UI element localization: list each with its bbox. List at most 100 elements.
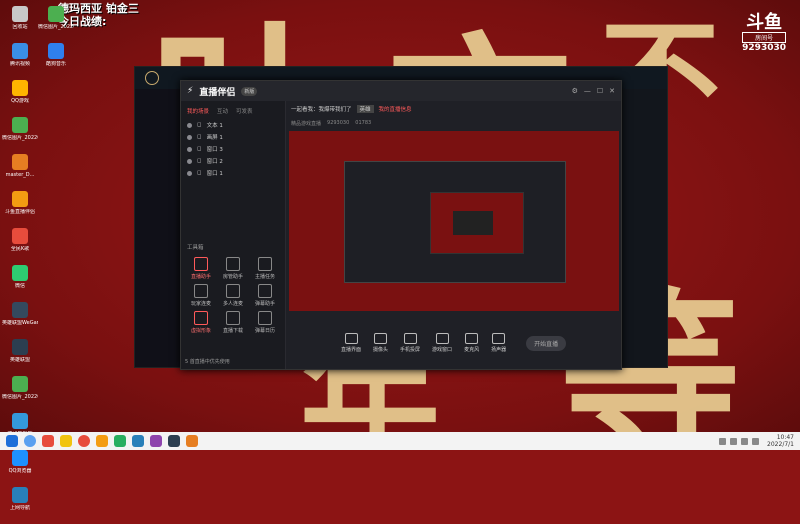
stream-info-link[interactable]: 我的直播信息 [379, 105, 412, 113]
start-stream-button[interactable]: 开始直播 [526, 335, 567, 351]
tray-icon[interactable] [741, 437, 749, 445]
desktop-icon[interactable]: QQ游戏 [2, 80, 38, 112]
preview-nested-window-deeper [430, 192, 524, 254]
taskbar-app-icon[interactable] [168, 435, 180, 447]
tool-icon [194, 257, 208, 271]
taskbar-app-icon[interactable] [24, 435, 36, 447]
tool-label: 房管助手 [222, 274, 243, 280]
stream-title[interactable]: 一起看我：我爆带我们了 [291, 105, 352, 113]
taskbar-app-icon[interactable] [186, 435, 198, 447]
desktop-icon[interactable]: 斗鱼直播伴侣 [2, 191, 38, 223]
source-button[interactable]: 扬声器 [491, 333, 506, 353]
scene-item[interactable]: ◻ 画屏 1 [181, 131, 285, 143]
taskbar-clock[interactable]: 10:47 2022/7/1 [767, 434, 794, 448]
minimize-icon[interactable]: — [584, 87, 591, 95]
tool-icon [194, 284, 208, 298]
source-label: 直播界面 [341, 347, 362, 353]
toolbox-grid: 直播助手 房管助手 主播任务玩家连麦 多人连麦 弹幕助手虚拟形象 直播下载 弹幕日历 [185, 257, 281, 334]
source-button[interactable]: 直播界面 [341, 333, 361, 353]
stream-preview[interactable] [289, 131, 619, 311]
desktop-icon-label: 酷狗音乐 [45, 61, 66, 67]
taskbar-app-icon[interactable] [96, 435, 108, 447]
tray-icon[interactable] [752, 437, 760, 445]
scene-item[interactable]: ◻ 窗口 1 [181, 167, 285, 179]
app-shortcut-icon [12, 191, 28, 207]
app-shortcut-icon [12, 80, 28, 96]
taskbar-app-icon[interactable] [78, 435, 90, 447]
source-button[interactable]: 手机投屏 [400, 333, 420, 353]
tool-label: 弹幕日历 [254, 328, 275, 334]
source-button[interactable]: 摄像头 [373, 333, 388, 353]
room-number: 9293030 [742, 43, 786, 53]
desktop-icon[interactable]: 英雄联盟WeGame版 [2, 302, 38, 334]
tool-label: 弹幕助手 [254, 301, 275, 307]
toolbox-tool[interactable]: 多人连麦 [217, 284, 249, 307]
desktop-icon[interactable]: 微信 [2, 265, 38, 297]
source-label: 扬声器 [491, 347, 507, 353]
scene-item[interactable]: ◻ 窗口 2 [181, 155, 285, 167]
maximize-icon[interactable]: ☐ [597, 87, 603, 95]
scene-item[interactable]: ◻ 文本 1 [181, 119, 285, 131]
lock-icon[interactable]: ◻ [197, 146, 202, 152]
version-badge[interactable]: 新版 [241, 86, 258, 96]
lock-icon[interactable]: ◻ [197, 134, 202, 140]
desktop-icon[interactable]: 英雄联盟 [2, 339, 38, 371]
source-button[interactable]: 游戏窗口 [432, 333, 452, 353]
toolbox-tool[interactable]: 直播助手 [185, 257, 217, 280]
taskbar-app-icon[interactable] [114, 435, 126, 447]
tool-icon [258, 284, 272, 298]
toolbox-tool[interactable]: 弹幕助手 [249, 284, 281, 307]
taskbar-app-icon[interactable] [150, 435, 162, 447]
toolbox-tool[interactable]: 直播下载 [217, 311, 249, 334]
desktop-icon[interactable]: 上网导航 [2, 487, 38, 519]
taskbar-app-icon[interactable] [132, 435, 144, 447]
desktop-icon[interactable]: 微信图片_20220410... [2, 117, 38, 149]
desktop-icon[interactable]: 微信图片_202206... [38, 6, 74, 38]
lock-icon[interactable]: ◻ [197, 122, 202, 128]
desktop-icon[interactable]: 回收站 [2, 6, 38, 38]
visibility-eye-icon[interactable] [187, 146, 192, 152]
close-icon[interactable]: ✕ [609, 87, 615, 95]
scene-item[interactable]: ◻ 窗口 3 [181, 143, 285, 155]
tab-interact[interactable]: 互动 [217, 107, 228, 115]
desktop-icon-label: 英雄联盟WeGame版 [2, 320, 38, 326]
clock-time: 10:47 [776, 434, 794, 441]
desktop-icon[interactable]: 腾讯视频 [2, 43, 38, 75]
app-shortcut-icon [12, 413, 28, 429]
tab-publish[interactable]: 可发表 [236, 107, 253, 115]
app-shortcut-icon [12, 154, 28, 170]
visibility-eye-icon[interactable] [187, 170, 192, 176]
lock-icon[interactable]: ◻ [197, 170, 202, 176]
desktop-icon[interactable]: 全民K歌 [2, 228, 38, 260]
tool-label: 玩家连麦 [190, 301, 211, 307]
taskbar-app-icon[interactable] [60, 435, 72, 447]
lock-icon[interactable]: ◻ [197, 158, 202, 164]
category-tag[interactable]: 英雄 [356, 105, 374, 113]
streaming-companion-app[interactable]: ⚡ 直播伴侣 新版 ⚙ — ☐ ✕ 我的场景 互动 可发表 ◻ 文本 1 ◻ 画屏 1… [180, 80, 622, 370]
taskbar-app-icon[interactable] [42, 435, 54, 447]
toolbox-tool[interactable]: 虚拟形象 [185, 311, 217, 334]
source-button[interactable]: 麦克风 [464, 333, 479, 353]
tray-icon[interactable] [730, 437, 738, 445]
app-logo-icon: ⚡ [187, 86, 194, 96]
source-icon [403, 333, 417, 344]
toolbox-tool[interactable]: 弹幕日历 [249, 311, 281, 334]
tab-my-scenes[interactable]: 我的场景 [187, 107, 209, 115]
visibility-eye-icon[interactable] [187, 134, 192, 140]
tool-icon [226, 257, 240, 271]
tool-icon [226, 284, 240, 298]
desktop-icon[interactable]: 微信图片_20220410... [2, 376, 38, 408]
desktop-icon[interactable]: 酷狗音乐 [38, 43, 74, 75]
tool-label: 主播任务 [254, 274, 275, 280]
start-menu-icon[interactable] [6, 435, 18, 447]
toolbox-tool[interactable]: 房管助手 [217, 257, 249, 280]
desktop-icon[interactable]: QQ浏览器 [2, 450, 38, 482]
visibility-eye-icon[interactable] [187, 158, 192, 164]
toolbox-tool[interactable]: 玩家连麦 [185, 284, 217, 307]
visibility-eye-icon[interactable] [187, 122, 192, 128]
desktop-icon[interactable]: master_D... [2, 154, 38, 186]
settings-icon[interactable]: ⚙ [572, 87, 578, 95]
stream-header: 一起看我：我爆带我们了 英雄 我的直播信息 [285, 101, 621, 117]
tray-icon[interactable] [719, 437, 727, 445]
toolbox-tool[interactable]: 主播任务 [249, 257, 281, 280]
